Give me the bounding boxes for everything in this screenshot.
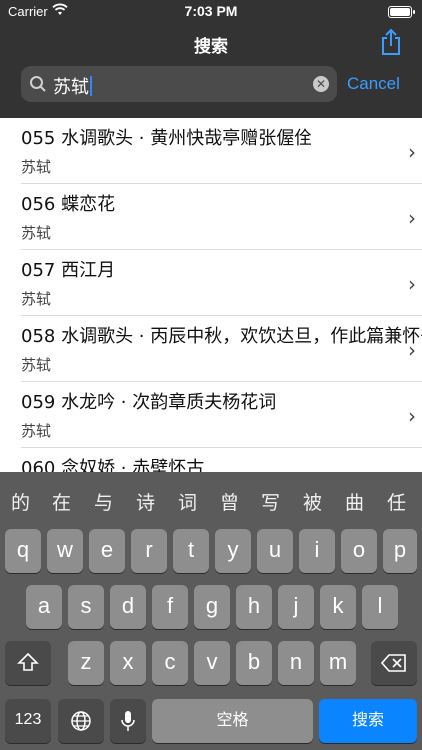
delete-key[interactable]	[371, 641, 417, 685]
key-d[interactable]: d	[110, 585, 146, 629]
key-x[interactable]: x	[110, 641, 146, 685]
key-a[interactable]: a	[26, 585, 62, 629]
keyboard: 的 在 与 诗 词 曾 写 被 曲 任 q w e r t y u i o p …	[0, 472, 422, 750]
search-input[interactable]: 苏轼	[53, 73, 92, 99]
navigation-bar: Carrier 7:03 PM 搜索 苏轼 ✕ Cancel	[0, 0, 422, 118]
key-n[interactable]: n	[278, 641, 314, 685]
search-return-key[interactable]: 搜索	[319, 699, 417, 743]
key-o[interactable]: o	[341, 529, 377, 573]
candidate-word[interactable]: 词	[178, 488, 197, 515]
candidate-word[interactable]: 被	[303, 488, 322, 515]
item-title: 059 水龙吟 · 次韵章质夫杨花词	[21, 392, 277, 413]
results-list: 055 水调歌头 · 黄州快哉亭赠张偓佺 苏轼 › 056 蝶恋花 苏轼 › 0…	[0, 118, 422, 472]
list-item[interactable]: 056 蝶恋花 苏轼 ›	[21, 184, 422, 250]
item-title: 058 水调歌头 · 丙辰中秋，欢饮达旦，作此篇兼怀子由	[21, 326, 422, 347]
item-author: 苏轼	[21, 290, 52, 308]
candidate-word[interactable]: 在	[52, 488, 71, 515]
list-item[interactable]: 057 西江月 苏轼 ›	[21, 250, 422, 316]
list-item[interactable]: 055 水调歌头 · 黄州快哉亭赠张偓佺 苏轼 ›	[21, 118, 422, 184]
key-l[interactable]: l	[362, 585, 398, 629]
backspace-icon	[380, 654, 406, 672]
key-t[interactable]: t	[173, 529, 209, 573]
candidate-word[interactable]: 与	[94, 488, 113, 515]
cancel-button[interactable]: Cancel	[347, 74, 400, 94]
dictation-key[interactable]	[110, 699, 146, 743]
key-e[interactable]: e	[89, 529, 125, 573]
text-cursor	[90, 76, 92, 96]
key-j[interactable]: j	[278, 585, 314, 629]
item-author: 苏轼	[21, 356, 52, 374]
search-icon	[30, 76, 46, 92]
key-m[interactable]: m	[320, 641, 356, 685]
key-r[interactable]: r	[131, 529, 167, 573]
key-v[interactable]: v	[194, 641, 230, 685]
share-icon[interactable]	[378, 28, 404, 56]
item-title: 055 水调歌头 · 黄州快哉亭赠张偓佺	[21, 128, 313, 149]
key-b[interactable]: b	[236, 641, 272, 685]
key-k[interactable]: k	[320, 585, 356, 629]
shift-key[interactable]	[5, 641, 51, 685]
candidate-word[interactable]: 任	[387, 488, 406, 515]
numbers-key[interactable]: 123	[5, 699, 51, 743]
chevron-right-icon: ›	[408, 140, 416, 164]
battery-icon	[388, 6, 415, 18]
candidate-word[interactable]: 诗	[136, 488, 155, 515]
key-z[interactable]: z	[68, 641, 104, 685]
key-c[interactable]: c	[152, 641, 188, 685]
chevron-right-icon: ›	[408, 338, 416, 362]
key-i[interactable]: i	[299, 529, 335, 573]
candidate-word[interactable]: 的	[11, 488, 30, 515]
item-author: 苏轼	[21, 422, 52, 440]
key-w[interactable]: w	[47, 529, 83, 573]
item-author: 苏轼	[21, 158, 52, 176]
list-item[interactable]: 058 水调歌头 · 丙辰中秋，欢饮达旦，作此篇兼怀子由 苏轼 ›	[21, 316, 422, 382]
chevron-right-icon: ›	[408, 404, 416, 428]
key-f[interactable]: f	[152, 585, 188, 629]
globe-key[interactable]	[58, 699, 104, 743]
key-h[interactable]: h	[236, 585, 272, 629]
microphone-icon	[121, 711, 135, 731]
candidate-word[interactable]: 曾	[220, 488, 239, 515]
clear-icon[interactable]: ✕	[313, 76, 329, 92]
item-author: 苏轼	[21, 224, 52, 242]
key-u[interactable]: u	[257, 529, 293, 573]
item-title: 056 蝶恋花	[21, 194, 116, 215]
chevron-right-icon: ›	[408, 206, 416, 230]
list-item[interactable]: 059 水龙吟 · 次韵章质夫杨花词 苏轼 ›	[21, 382, 422, 448]
candidate-word[interactable]: 写	[261, 488, 280, 515]
shift-icon	[17, 652, 39, 671]
page-title: 搜索	[194, 37, 228, 57]
key-y[interactable]: y	[215, 529, 251, 573]
key-s[interactable]: s	[68, 585, 104, 629]
key-q[interactable]: q	[5, 529, 41, 573]
list-item[interactable]: 060 念奴娇 · 赤壁怀古 ›	[21, 448, 422, 472]
status-time: 7:03 PM	[184, 3, 238, 19]
search-field[interactable]: 苏轼 ✕	[21, 66, 337, 102]
item-title: 060 念奴娇 · 赤壁怀古	[21, 458, 205, 472]
candidate-word[interactable]: 曲	[345, 488, 364, 515]
space-key[interactable]: 空格	[152, 699, 313, 743]
candidate-bar: 的 在 与 诗 词 曾 写 被 曲 任	[0, 472, 422, 528]
key-p[interactable]: p	[383, 529, 417, 573]
item-title: 057 西江月	[21, 260, 116, 281]
globe-icon	[71, 711, 91, 731]
key-g[interactable]: g	[194, 585, 230, 629]
status-bar: Carrier 7:03 PM	[0, 0, 422, 24]
chevron-right-icon: ›	[408, 272, 416, 296]
